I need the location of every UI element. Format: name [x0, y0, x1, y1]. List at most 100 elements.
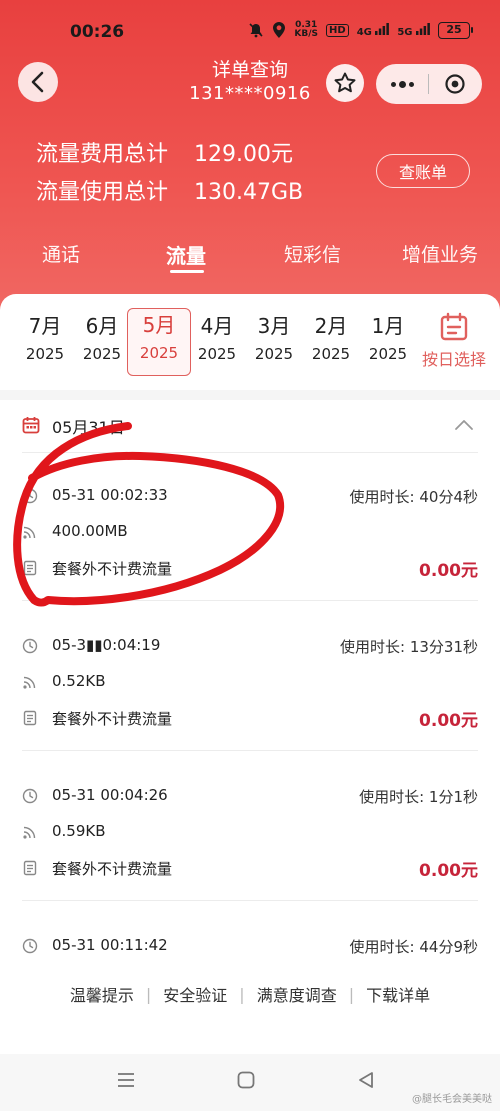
- divider: [22, 600, 478, 601]
- category-tabs: 通话 流量 短彩信 增值业务: [0, 236, 500, 276]
- calendar-small-icon: [22, 417, 40, 434]
- usage-record: 05-31 00:04:26 使用时长: 1分1秒 0.59KB 套餐外不计费流…: [0, 776, 500, 924]
- network-speed: 0.31 KB/S: [294, 21, 318, 39]
- month-label: 5月: [142, 313, 176, 337]
- year-label: 2025: [368, 345, 408, 363]
- day-date: 05月31日: [52, 418, 125, 437]
- year-label: 2025: [254, 345, 294, 363]
- wifi-signal-icon: [23, 826, 36, 839]
- record-time: 05-31 00:04:26: [52, 786, 168, 804]
- record-time-row: 05-31 00:11:42 使用时长: 44分9秒: [22, 934, 478, 958]
- header-banner: 00:26 0.31 KB/S HD 4G 5G 25 详单查询 131****…: [0, 0, 500, 330]
- month-item-mar[interactable]: 3月 2025: [246, 310, 302, 376]
- duration-value: 1分1秒: [428, 788, 478, 806]
- hd-badge: HD: [326, 23, 349, 37]
- miniprogram-capsule: [376, 64, 482, 104]
- divider: [22, 900, 478, 901]
- month-item-jan[interactable]: 1月 2025: [360, 310, 416, 376]
- total-fee-label: 流量费用总计: [36, 142, 169, 167]
- footer-links-bar: 温馨提示 | 安全验证 | 满意度调查 | 下载详单: [0, 964, 500, 1024]
- record-duration: 使用时长: 44分9秒: [350, 936, 478, 957]
- close-miniprogram-button[interactable]: [429, 73, 481, 95]
- location-icon: [272, 22, 286, 38]
- month-item-feb[interactable]: 2月 2025: [303, 310, 359, 376]
- view-bill-button[interactable]: 查账单: [376, 154, 470, 188]
- link-separator: |: [145, 984, 152, 1004]
- signal-5g: 5G: [397, 22, 430, 38]
- tab-value-added[interactable]: 增值业务: [402, 240, 478, 267]
- menu-icon[interactable]: [116, 1070, 136, 1090]
- month-label: 1月: [371, 314, 405, 338]
- record-amount: 0.52KB: [52, 672, 106, 690]
- record-time: 05-31 00:11:42: [52, 936, 168, 954]
- month-item-jul[interactable]: 7月 2025: [17, 310, 73, 376]
- document-icon: [23, 710, 37, 726]
- month-label: 6月: [85, 314, 119, 338]
- system-nav-bar: @腿长毛会美美哒: [0, 1054, 500, 1111]
- document-icon: [23, 560, 37, 576]
- calendar-icon: [440, 312, 468, 341]
- clock-icon: [22, 488, 38, 504]
- tab-data[interactable]: 流量: [166, 240, 206, 269]
- chevron-up-icon[interactable]: [454, 418, 474, 432]
- chevron-left-icon: [31, 71, 44, 93]
- target-icon: [445, 74, 465, 94]
- record-price: 0.00元: [419, 711, 478, 731]
- security-verify-link[interactable]: 安全验证: [163, 982, 227, 1006]
- signal-bars-icon: [375, 22, 390, 35]
- total-usage-row: 流量使用总计 130.47GB: [36, 174, 303, 212]
- duration-label: 使用时长:: [359, 788, 425, 806]
- month-item-may[interactable]: 5月 2025: [127, 308, 191, 376]
- document-icon: [23, 860, 37, 876]
- day-group-header[interactable]: 05月31日: [0, 400, 500, 452]
- favorite-button[interactable]: [326, 64, 364, 102]
- back-triangle-icon[interactable]: [356, 1070, 376, 1090]
- duration-value: 44分9秒: [419, 938, 478, 956]
- record-type-row: 套餐外不计费流量 0.00元: [22, 556, 478, 581]
- active-tab-indicator: [170, 270, 204, 273]
- section-separator: [0, 390, 500, 400]
- duration-value: 13分31秒: [409, 638, 478, 656]
- month-label: 4月: [200, 314, 234, 338]
- record-amount: 400.00MB: [52, 522, 128, 540]
- detail-card: 7月 2025 6月 2025 5月 2025 4月 2025 3月 2025 …: [0, 294, 500, 1054]
- divider: [22, 750, 478, 751]
- record-amount-row: 400.00MB: [22, 520, 478, 544]
- year-label: 2025: [82, 345, 122, 363]
- tab-sms[interactable]: 短彩信: [284, 240, 341, 267]
- usage-record: 05-3▮▮0:04:19 使用时长: 13分31秒 0.52KB 套餐外不计费…: [0, 626, 500, 774]
- divider: [22, 452, 478, 453]
- tips-link[interactable]: 温馨提示: [70, 982, 134, 1006]
- more-options-button[interactable]: [376, 80, 428, 88]
- month-item-jun[interactable]: 6月 2025: [74, 310, 130, 376]
- duration-label: 使用时长:: [339, 638, 406, 656]
- download-details-link[interactable]: 下载详单: [366, 982, 430, 1006]
- duration-label: 使用时长:: [349, 488, 415, 506]
- month-label: 2月: [314, 314, 348, 338]
- survey-link[interactable]: 满意度调查: [257, 982, 337, 1006]
- record-amount-row: 0.59KB: [22, 820, 478, 844]
- tab-calls[interactable]: 通话: [42, 240, 80, 267]
- page-title: 详单查询: [211, 59, 288, 81]
- star-icon: [334, 72, 356, 93]
- total-usage-label: 流量使用总计: [36, 180, 169, 205]
- record-time: 05-3▮▮0:04:19: [52, 636, 161, 654]
- pick-by-day-button[interactable]: 按日选择: [414, 312, 494, 370]
- record-type-row: 套餐外不计费流量 0.00元: [22, 856, 478, 881]
- home-icon[interactable]: [236, 1070, 256, 1090]
- record-price: 0.00元: [419, 861, 478, 881]
- record-time: 05-31 00:02:33: [52, 486, 168, 504]
- record-type-row: 套餐外不计费流量 0.00元: [22, 706, 478, 731]
- total-usage-value: 130.47GB: [194, 180, 304, 205]
- record-duration: 使用时长: 1分1秒: [359, 786, 478, 807]
- watermark: @腿长毛会美美哒: [412, 1094, 492, 1105]
- month-item-apr[interactable]: 4月 2025: [189, 310, 245, 376]
- record-duration: 使用时长: 40分4秒: [350, 486, 478, 507]
- battery-icon: 25: [438, 21, 473, 39]
- year-label: 2025: [311, 345, 351, 363]
- wifi-signal-icon: [23, 676, 36, 689]
- back-button[interactable]: [18, 62, 58, 102]
- record-price: 0.00元: [419, 561, 478, 581]
- wifi-signal-icon: [23, 526, 36, 539]
- duration-label: 使用时长:: [349, 938, 415, 956]
